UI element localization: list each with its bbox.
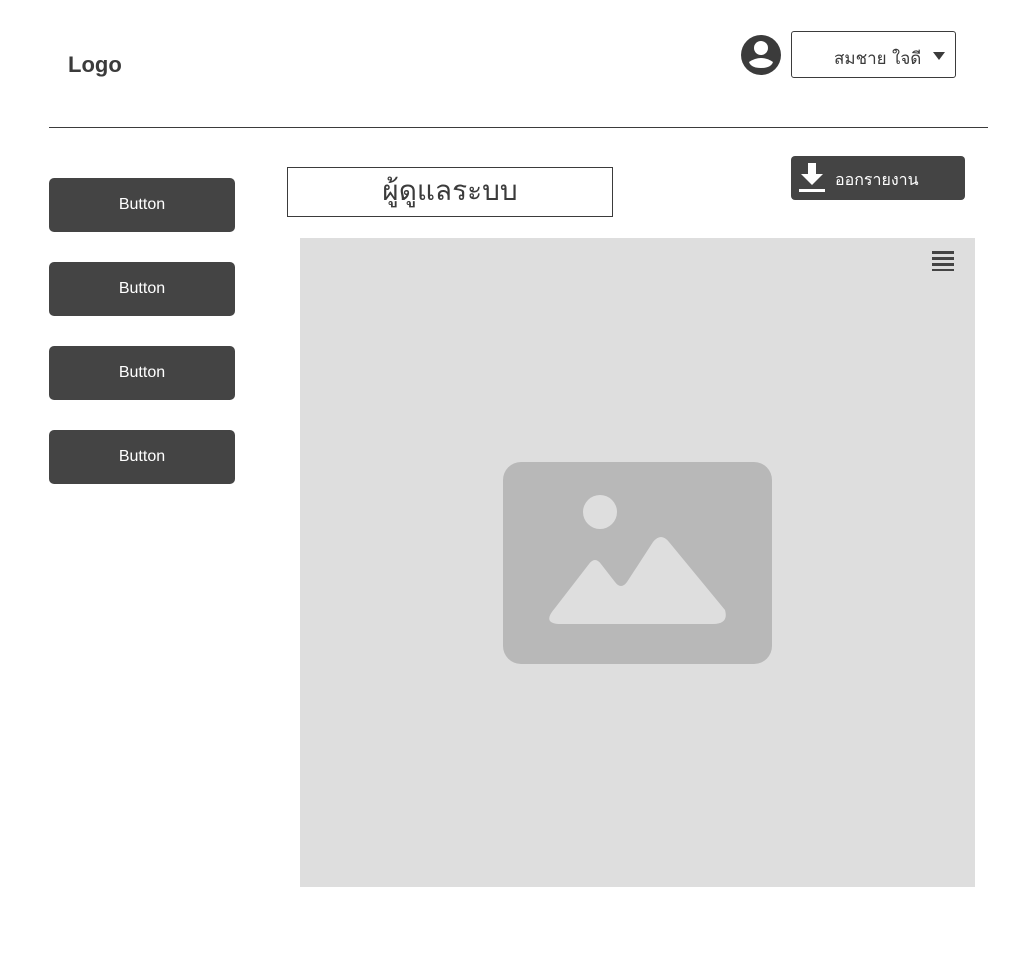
export-report-label: ออกรายงาน — [835, 170, 919, 189]
sidebar-button-4[interactable]: Button — [49, 430, 235, 484]
page-title: ผู้ดูแลระบบ — [287, 167, 613, 217]
content-panel — [300, 238, 975, 887]
export-report-button[interactable]: ออกรายงาน — [791, 156, 965, 200]
sidebar-button-1[interactable]: Button — [49, 178, 235, 232]
image-placeholder-icon — [503, 462, 772, 664]
header-divider — [49, 127, 988, 128]
download-icon — [799, 163, 825, 192]
chevron-down-icon — [933, 52, 945, 60]
sidebar-button-3[interactable]: Button — [49, 346, 235, 400]
sidebar-button-2[interactable]: Button — [49, 262, 235, 316]
user-name: สมชาย ใจดี — [834, 49, 922, 69]
hamburger-menu-icon[interactable] — [932, 251, 956, 273]
page: Logo สมชาย ใจดี Button Button Button But… — [0, 0, 1024, 958]
user-dropdown[interactable]: สมชาย ใจดี — [791, 31, 956, 78]
logo[interactable]: Logo — [68, 52, 122, 78]
user-avatar-icon[interactable] — [741, 35, 781, 75]
